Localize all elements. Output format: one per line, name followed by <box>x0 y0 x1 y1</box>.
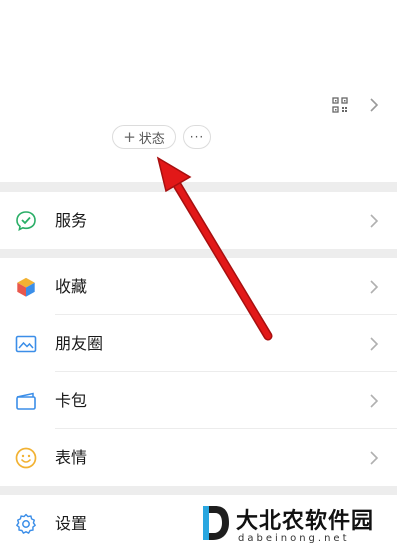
wallet-icon <box>16 392 36 410</box>
section-gap <box>0 182 397 192</box>
status-button-label: 状态 <box>138 131 165 147</box>
plus-icon: + <box>123 127 136 146</box>
menu-item-label: 卡包 <box>55 391 88 410</box>
menu-item-stickers[interactable]: 表情 <box>0 429 397 486</box>
smiley-icon <box>15 447 37 469</box>
menu-item-label: 朋友圈 <box>55 334 104 353</box>
chevron-right-icon[interactable] <box>369 97 379 113</box>
menu-item-label: 服务 <box>55 211 88 230</box>
menu-item-label: 收藏 <box>55 277 88 296</box>
menu-item-label: 设置 <box>55 514 88 533</box>
image-icon <box>15 335 37 353</box>
menu-item-service[interactable]: 服务 <box>0 192 397 249</box>
qr-code-icon[interactable] <box>332 97 348 113</box>
service-icon <box>16 211 36 231</box>
watermark-subtitle: dabeinong.net <box>238 533 350 544</box>
watermark-logo-icon <box>203 506 229 540</box>
watermark-title: 大北农软件园 <box>236 509 375 534</box>
menu-item-favorites[interactable]: 收藏 <box>0 258 397 315</box>
chevron-right-icon <box>370 337 379 351</box>
chevron-right-icon <box>370 214 379 228</box>
menu-item-label: 表情 <box>55 448 88 467</box>
menu-item-cards[interactable]: 卡包 <box>0 372 397 429</box>
section-gap <box>0 486 397 495</box>
add-status-button[interactable]: + 状态 <box>112 125 176 149</box>
more-button[interactable]: ··· <box>183 125 211 149</box>
cube-icon <box>16 277 36 298</box>
more-dots-icon: ··· <box>189 130 205 144</box>
chevron-right-icon <box>370 280 379 294</box>
profile-header: + 状态 ··· <box>0 0 397 182</box>
menu-item-moments[interactable]: 朋友圈 <box>0 315 397 372</box>
watermark: 大北农软件园 dabeinong.net <box>196 499 397 551</box>
section-gap <box>0 249 397 258</box>
chevron-right-icon <box>370 394 379 408</box>
gear-icon <box>16 513 36 534</box>
chevron-right-icon <box>370 451 379 465</box>
